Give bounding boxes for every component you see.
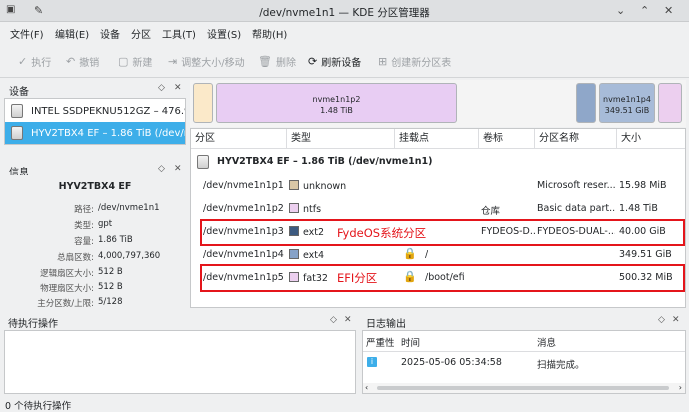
menu-edit[interactable]: 编辑(E)	[55, 26, 89, 41]
close-panel-icon[interactable]: ✕	[174, 83, 182, 93]
col-header-name[interactable]: 分区名称	[535, 129, 617, 149]
table-row[interactable]: /dev/nvme1n1p4 ext4 🔒 / 349.51 GiB	[191, 244, 685, 266]
undo-icon: ↶	[66, 54, 76, 68]
partition-bar: nvme1n1p2 1.48 TiB nvme1n1p4 349.51 GiB	[190, 80, 686, 127]
device-row[interactable]: HYV2TBX4 EF – 1.86 TiB (/dev/nvme1n1)	[191, 151, 685, 173]
float-icon[interactable]: ◇	[658, 315, 665, 325]
device-list: INTEL SSDPEKNU512GZ – 476.94 ... HYV2TBX…	[4, 98, 186, 145]
pending-panel-title: 待执行操作	[8, 319, 58, 330]
partition-bar-p5[interactable]	[658, 83, 682, 123]
check-icon: ✓	[18, 54, 28, 68]
menu-settings[interactable]: 设置(S)	[207, 26, 241, 41]
apply-button[interactable]: ✓ 执行	[18, 53, 51, 69]
status-bar: 0 个待执行操作	[5, 401, 72, 412]
annotation-label-efi: EFI分区	[337, 271, 378, 285]
fs-color-swatch	[289, 203, 299, 213]
refresh-button[interactable]: ⟳ 刷新设备	[308, 53, 361, 69]
delete-button[interactable]: 🗑 删除	[258, 53, 296, 69]
log-row-message: 扫描完成。	[537, 360, 585, 371]
disk-icon	[197, 155, 209, 169]
log-col-severity[interactable]: 严重性	[366, 335, 395, 349]
refresh-icon: ⟳	[308, 54, 318, 68]
annotation-box-efi	[200, 264, 685, 292]
float-icon[interactable]: ◇	[158, 164, 165, 174]
resize-button[interactable]: ⇥ 调整大小/移动	[168, 53, 245, 69]
pending-panel: 待执行操作 ◇ ✕	[4, 312, 356, 396]
log-col-message[interactable]: 消息	[537, 335, 556, 349]
fs-color-swatch	[289, 249, 299, 259]
partition-bar-p3[interactable]	[576, 83, 596, 123]
scrollbar-handle[interactable]	[377, 386, 669, 390]
info-row: 物理扇区大小: 512 B	[40, 282, 123, 294]
menu-help[interactable]: 帮助(H)	[252, 26, 287, 41]
devices-panel-title: 设备	[9, 87, 29, 98]
partition-bar-p4[interactable]: nvme1n1p4 349.51 GiB	[599, 83, 655, 123]
trash-icon: 🗑	[258, 54, 272, 68]
close-panel-icon[interactable]: ✕	[344, 315, 352, 325]
new-table-button[interactable]: ⊞ 创建新分区表	[378, 53, 451, 69]
disk-icon	[11, 126, 23, 140]
fs-color-swatch	[289, 180, 299, 190]
annotation-box-fydeos	[200, 219, 685, 246]
new-doc-icon: ▢	[118, 54, 129, 68]
info-row: 总扇区数: 4,000,797,360	[57, 251, 161, 263]
menu-partition[interactable]: 分区	[131, 26, 151, 41]
table-icon: ⊞	[378, 54, 388, 68]
info-row: 主分区数/上限: 5/128	[37, 297, 123, 309]
device-item-hyv2tbx4[interactable]: HYV2TBX4 EF – 1.86 TiB (/dev/nvm...	[5, 122, 185, 144]
pending-list	[4, 330, 356, 394]
log-col-time[interactable]: 时间	[401, 335, 420, 349]
close-icon[interactable]: ✕	[664, 4, 673, 17]
toolbar: ✓ 执行 ↶ 撤销 ▢ 新建 ⇥ 调整大小/移动 🗑 删除 ⟳ 刷新设备 ⊞ 创建新分区表	[0, 42, 689, 78]
info-row: 逻辑扇区大小: 512 B	[40, 267, 123, 279]
col-header-label[interactable]: 卷标	[479, 129, 535, 149]
col-header-type[interactable]: 类型	[287, 129, 395, 149]
info-row: 类型: gpt	[74, 219, 113, 231]
close-panel-icon[interactable]: ✕	[672, 315, 680, 325]
menu-tools[interactable]: 工具(T)	[162, 26, 196, 41]
maximize-icon[interactable]: ⌃	[640, 4, 649, 17]
log-row-time: 2025-05-06 05:34:58	[401, 357, 502, 368]
col-header-mount[interactable]: 挂载点	[395, 129, 479, 149]
info-panel: HYV2TBX4 EF 路径:/dev/nvme1n1 类型: gpt 容量: 1.…	[4, 175, 186, 309]
device-item-intel[interactable]: INTEL SSDPEKNU512GZ – 476.94 ...	[5, 100, 185, 122]
resize-icon: ⇥	[168, 54, 178, 68]
table-row[interactable]: /dev/nvme1n1p2 ntfs 仓库 Basic data part..…	[191, 198, 685, 220]
info-row: 容量: 1.86 TiB	[74, 235, 133, 247]
table-row[interactable]: /dev/nvme1n1p1 unknown Microsoft reser..…	[191, 175, 685, 197]
menu-device[interactable]: 设备	[100, 26, 120, 41]
log-scrollbar[interactable]: ‹ ›	[363, 383, 685, 393]
info-row: 路径:/dev/nvme1n1	[74, 203, 160, 215]
partition-bar-p1[interactable]	[193, 83, 213, 123]
log-table: 严重性 时间 消息 i 2025-05-06 05:34:58 扫描完成。 ‹ …	[362, 330, 686, 394]
title-bar: ▣ ✎ /dev/nvme1n1 — KDE 分区管理器 ⌄ ⌃ ✕	[0, 0, 689, 22]
annotation-label-fydeos: FydeOS系统分区	[337, 226, 427, 240]
lock-icon: 🔒	[403, 247, 417, 260]
menu-bar: 文件(F) 编辑(E) 设备 分区 工具(T) 设置(S) 帮助(H)	[0, 22, 689, 42]
close-panel-icon[interactable]: ✕	[174, 164, 182, 174]
window-title: /dev/nvme1n1 — KDE 分区管理器	[259, 7, 430, 19]
partition-bar-p2[interactable]: nvme1n1p2 1.48 TiB	[216, 83, 457, 123]
info-device-name: HYV2TBX4 EF	[58, 181, 132, 192]
col-header-partition[interactable]: 分区	[191, 129, 287, 149]
log-panel: 日志输出 ◇ ✕ 严重性 时间 消息 i 2025-05-06 05:34:58…	[362, 312, 686, 396]
disk-icon	[11, 104, 23, 118]
float-icon[interactable]: ◇	[158, 83, 165, 93]
new-button[interactable]: ▢ 新建	[118, 53, 152, 69]
col-header-size[interactable]: 大小	[617, 129, 685, 149]
partition-table: 分区 类型 挂载点 卷标 分区名称 大小 HYV2TBX4 EF – 1.86 …	[190, 128, 686, 308]
float-icon[interactable]: ◇	[330, 315, 337, 325]
undo-button[interactable]: ↶ 撤销	[66, 53, 99, 69]
minimize-icon[interactable]: ⌄	[616, 4, 625, 17]
menu-file[interactable]: 文件(F)	[10, 26, 44, 41]
info-icon: i	[367, 357, 377, 367]
log-panel-title: 日志输出	[366, 319, 406, 330]
